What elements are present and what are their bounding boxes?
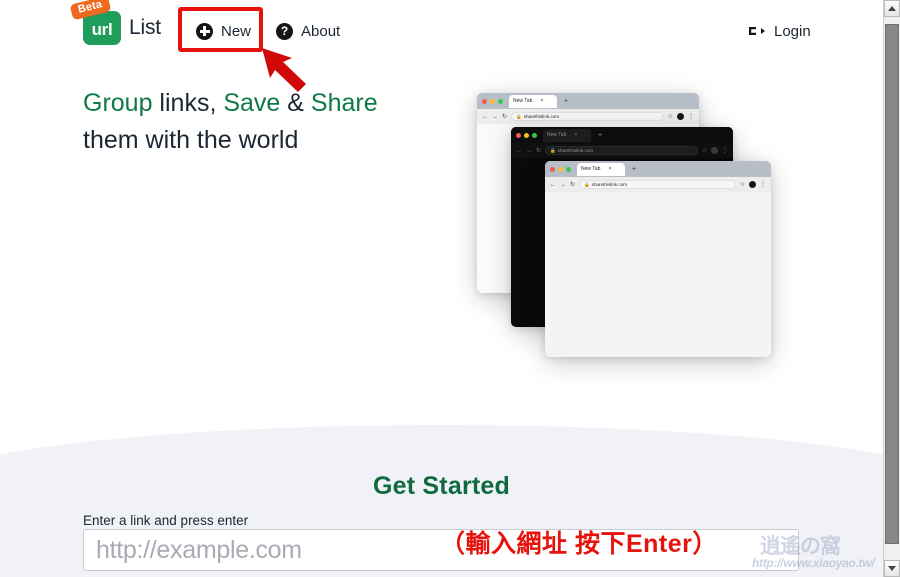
vertical-scrollbar[interactable] <box>883 0 900 577</box>
browser-menu-icon: ⋮ <box>688 113 694 120</box>
forward-arrow-icon: → <box>492 113 498 120</box>
nav-about-button[interactable]: ? About <box>276 18 340 44</box>
brand-logo[interactable]: url Beta List <box>69 0 161 48</box>
profile-avatar-icon <box>711 147 718 154</box>
link-field-label: Enter a link and press enter <box>83 513 249 528</box>
new-tab-icon: + <box>564 97 569 105</box>
browser-tab: New Tab × <box>577 162 625 176</box>
browser-url-text: sharethislink.com <box>523 114 560 119</box>
tab-close-icon: × <box>574 132 578 138</box>
browser-omnibox: 🔒 sharethislink.com <box>511 112 664 121</box>
back-arrow-icon: ← <box>550 181 556 188</box>
hero-headline: Group links, Save & Share them with the … <box>83 85 483 159</box>
url-logo-mark: url Beta <box>69 0 121 45</box>
lock-icon: 🔒 <box>550 147 556 153</box>
browser-url-text: sharethislink.com <box>591 182 628 187</box>
link-input-placeholder: http://example.com <box>96 535 302 564</box>
browser-tab-label: New Tab <box>581 166 601 172</box>
browser-tab: New Tab × <box>543 128 591 142</box>
question-circle-icon: ? <box>276 22 293 40</box>
sign-in-icon <box>748 23 766 39</box>
nav-login-button[interactable]: Login <box>748 18 811 44</box>
new-tab-icon: + <box>632 165 637 173</box>
browser-titlebar: New Tab × + <box>545 161 771 177</box>
back-arrow-icon: ← <box>482 113 488 120</box>
browser-menu-icon: ⋮ <box>760 181 766 188</box>
tab-close-icon: × <box>608 166 612 172</box>
plus-circle-icon <box>196 22 213 40</box>
hero-word-save: Save <box>223 89 281 117</box>
chevron-up-icon <box>888 6 896 11</box>
hero-word-amp: & <box>280 89 311 117</box>
chevron-down-icon <box>888 566 896 571</box>
browser-urlbar: ← → ↻ 🔒 sharethislink.com ☆ ⋮ <box>545 177 771 192</box>
scroll-down-button[interactable] <box>884 560 900 577</box>
browser-stack-illustration: New Tab × + ← → ↻ 🔒 sharethislink.com ☆ … <box>455 75 795 385</box>
browser-omnibox: 🔒 sharethislink.com <box>579 180 736 189</box>
get-started-title: Get Started <box>373 472 510 500</box>
nav-about-label: About <box>301 22 341 40</box>
traffic-lights-icon <box>550 166 571 172</box>
browser-tab-label: New Tab <box>547 132 567 138</box>
beta-badge: Beta <box>69 0 112 21</box>
traffic-lights-icon <box>516 132 537 138</box>
reload-icon: ↻ <box>570 181 576 188</box>
lock-icon: 🔒 <box>584 181 590 187</box>
hero-word-group: Group <box>83 89 153 117</box>
hero-line-2: them with the world <box>83 126 299 154</box>
hero-word-share: Share <box>310 89 378 117</box>
bookmark-star-icon: ☆ <box>739 182 745 188</box>
nav-new-button[interactable]: New <box>196 18 251 44</box>
bookmark-star-icon: ☆ <box>667 114 673 120</box>
browser-url-text: sharethislink.com <box>557 148 594 153</box>
browser-urlbar: ← → ↻ 🔒 sharethislink.com ☆ ⋮ <box>477 109 699 124</box>
new-tab-icon: + <box>598 131 603 139</box>
hero-word-links: links, <box>152 89 224 117</box>
back-arrow-icon: ← <box>516 147 522 154</box>
browser-urlbar: ← → ↻ 🔒 sharethislink.com ☆ ⋮ <box>511 143 733 158</box>
traffic-lights-icon <box>482 98 503 104</box>
browser-titlebar: New Tab × + <box>477 93 699 109</box>
reload-icon: ↻ <box>536 147 542 154</box>
browser-menu-icon: ⋮ <box>722 147 728 154</box>
logo-url-text: url <box>91 19 113 39</box>
site-header: url Beta List New ? About Login <box>0 0 883 92</box>
page-viewport: url Beta List New ? About Login Group li… <box>0 0 883 577</box>
hero-line-1: Group links, Save & Share <box>83 85 483 122</box>
profile-avatar-icon <box>749 181 756 188</box>
forward-arrow-icon: → <box>526 147 532 154</box>
forward-arrow-icon: → <box>560 181 566 188</box>
browser-omnibox: 🔒 sharethislink.com <box>545 146 698 155</box>
browser-window-front: New Tab × + ← → ↻ 🔒 sharethislink.com ☆ … <box>545 161 771 357</box>
nav-login-label: Login <box>774 22 811 40</box>
annotation-enter-url-text: （輸入網址 按下Enter） <box>440 530 718 558</box>
browser-tab-label: New Tab <box>513 98 533 104</box>
profile-avatar-icon <box>677 113 684 120</box>
tab-close-icon: × <box>540 98 544 104</box>
bookmark-star-icon: ☆ <box>701 148 707 154</box>
scrollbar-thumb[interactable] <box>885 24 899 544</box>
browser-titlebar: New Tab × + <box>511 127 733 143</box>
browser-tab: New Tab × <box>509 94 557 108</box>
scroll-up-button[interactable] <box>884 0 900 17</box>
lock-icon: 🔒 <box>516 113 522 119</box>
nav-new-label: New <box>221 22 252 40</box>
reload-icon: ↻ <box>502 113 508 120</box>
brand-word: List <box>129 16 161 39</box>
